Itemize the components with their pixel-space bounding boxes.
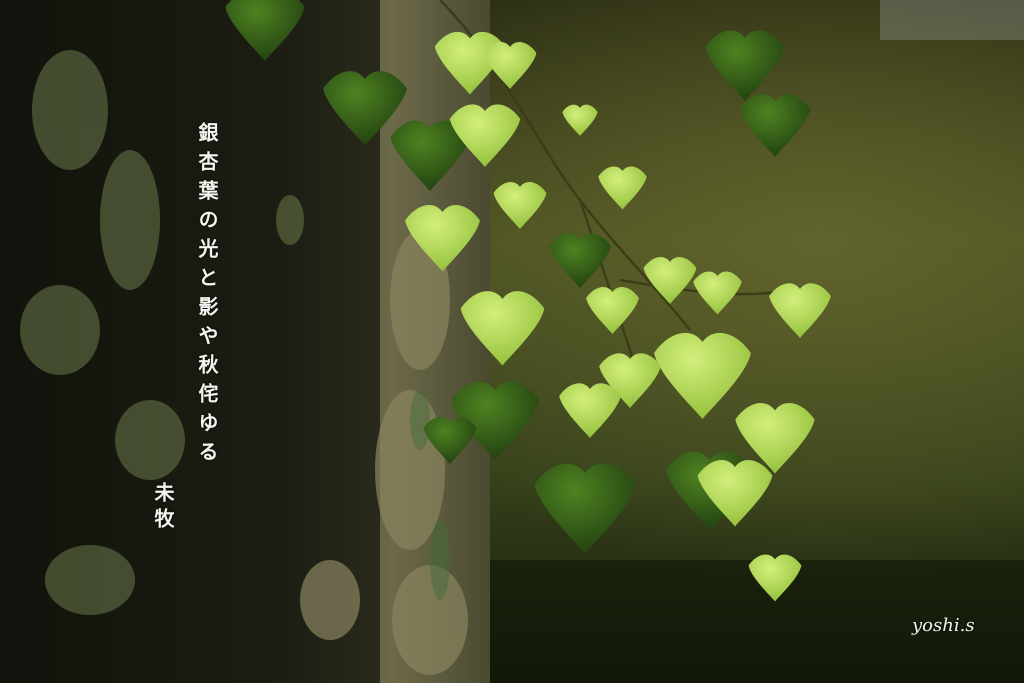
photo: 銀杏葉の光と影や秋侘ゆる 未牧 yoshi.s [0,0,1024,683]
ginkgo-scene [0,0,1024,683]
haiku-author: 未牧 [151,482,175,534]
photographer-signature: yoshi.s [912,615,975,636]
haiku-text: 銀杏葉の光と影や秋侘ゆる [195,122,219,470]
